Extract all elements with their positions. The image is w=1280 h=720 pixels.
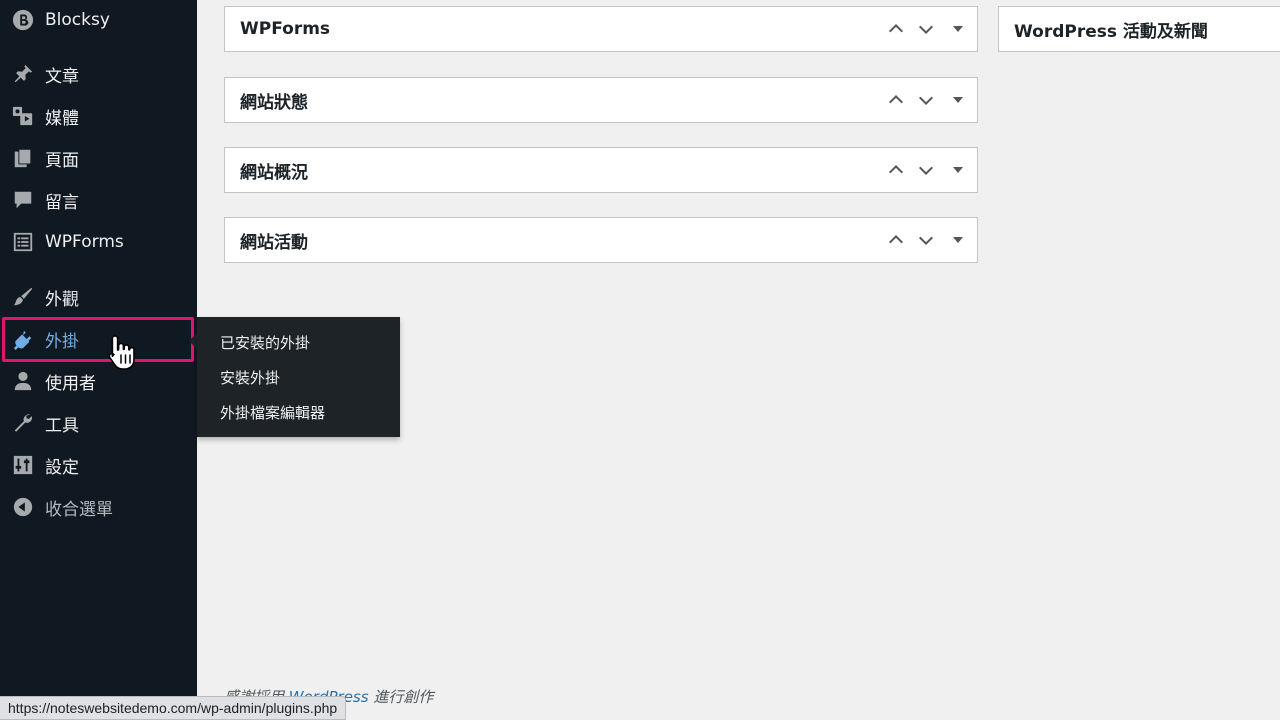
sidebar-item-appearance[interactable]: 外觀 — [0, 277, 197, 317]
sidebar-item-label: 文章 — [45, 66, 79, 87]
sidebar-item-tools[interactable]: 工具 — [0, 403, 197, 443]
postbox-title: WPForms — [240, 19, 331, 39]
sidebar-item-media[interactable]: 媒體 — [0, 96, 197, 136]
wpforms-icon — [11, 230, 35, 254]
submenu-item-plugin-file-editor[interactable]: 外掛檔案編輯器 — [197, 396, 400, 431]
chevron-up-icon — [888, 23, 904, 33]
user-icon — [11, 369, 35, 393]
postbox-wpforms: WPForms — [224, 6, 978, 52]
postbox-title: WordPress 活動及新聞 — [1014, 21, 1208, 42]
triangle-down-icon — [953, 167, 963, 173]
sidebar-item-label: 設定 — [45, 457, 79, 478]
toggle-panel-button[interactable] — [941, 14, 975, 44]
sidebar-item-plugins[interactable]: 外掛 — [0, 319, 197, 359]
wrench-icon — [11, 411, 35, 435]
chevron-up-icon — [888, 164, 904, 174]
sidebar-item-label: 媒體 — [45, 108, 79, 129]
sidebar-item-pages[interactable]: 頁面 — [0, 138, 197, 178]
admin-sidebar: Blocksy 文章 媒體 頁面 留言 WPForms 外觀 外掛 使用者 工具… — [0, 0, 197, 720]
move-down-button[interactable] — [911, 155, 941, 185]
move-down-button[interactable] — [911, 225, 941, 255]
sidebar-item-settings[interactable]: 設定 — [0, 445, 197, 485]
postbox-title: 網站活動 — [240, 232, 308, 253]
triangle-down-icon — [953, 26, 963, 32]
chevron-up-icon — [888, 94, 904, 104]
submenu-item-add-plugin[interactable]: 安裝外掛 — [197, 361, 400, 396]
move-down-button[interactable] — [911, 14, 941, 44]
sidebar-item-label: 工具 — [45, 415, 79, 436]
sidebar-item-label: 收合選單 — [45, 499, 113, 520]
move-up-button[interactable] — [881, 14, 911, 44]
paintbrush-icon — [11, 285, 35, 309]
blocksy-logo-icon — [11, 8, 35, 32]
toggle-panel-button[interactable] — [941, 155, 975, 185]
comment-icon — [11, 188, 35, 212]
page-icon — [11, 146, 35, 170]
plugin-icon — [11, 327, 35, 351]
sidebar-item-blocksy[interactable]: Blocksy — [0, 0, 197, 40]
sidebar-item-label: WPForms — [45, 232, 124, 252]
sidebar-item-label: 使用者 — [45, 373, 96, 394]
postbox-title: 網站狀態 — [240, 92, 308, 113]
move-up-button[interactable] — [881, 225, 911, 255]
toggle-panel-button[interactable] — [941, 225, 975, 255]
triangle-down-icon — [953, 97, 963, 103]
sidebar-item-users[interactable]: 使用者 — [0, 361, 197, 401]
postbox-site-health: 網站狀態 — [224, 77, 978, 123]
move-up-button[interactable] — [881, 155, 911, 185]
sidebar-item-label: 外掛 — [45, 331, 79, 352]
sidebar-item-wpforms[interactable]: WPForms — [0, 222, 197, 262]
move-up-button[interactable] — [881, 85, 911, 115]
sidebar-item-comments[interactable]: 留言 — [0, 180, 197, 220]
toggle-panel-button[interactable] — [941, 85, 975, 115]
postbox-wordpress-news: WordPress 活動及新聞 — [998, 6, 1280, 52]
sidebar-item-posts[interactable]: 文章 — [0, 54, 197, 94]
sidebar-item-label: 留言 — [45, 192, 79, 213]
chevron-down-icon — [918, 236, 934, 246]
move-down-button[interactable] — [911, 85, 941, 115]
active-menu-arrow — [189, 333, 197, 349]
plugins-submenu: 已安裝的外掛 安裝外掛 外掛檔案編輯器 — [197, 317, 400, 437]
chevron-down-icon — [918, 96, 934, 106]
sidebar-item-label: Blocksy — [45, 10, 110, 30]
postbox-at-a-glance: 網站概況 — [224, 147, 978, 193]
submenu-item-installed-plugins[interactable]: 已安裝的外掛 — [197, 326, 400, 361]
postbox-title: 網站概況 — [240, 162, 308, 183]
sidebar-item-label: 外觀 — [45, 289, 79, 310]
triangle-down-icon — [953, 237, 963, 243]
media-icon — [11, 104, 35, 128]
postbox-activity: 網站活動 — [224, 217, 978, 263]
chevron-down-icon — [918, 25, 934, 35]
chevron-down-icon — [918, 166, 934, 176]
collapse-menu-button[interactable]: 收合選單 — [0, 487, 197, 527]
pushpin-icon — [11, 62, 35, 86]
collapse-icon — [11, 495, 35, 519]
footer-suffix: 進行創作 — [373, 688, 434, 706]
sidebar-item-label: 頁面 — [45, 150, 79, 171]
settings-icon — [11, 453, 35, 477]
browser-status-bar: https://noteswebsitedemo.com/wp-admin/pl… — [0, 696, 347, 720]
chevron-up-icon — [888, 234, 904, 244]
